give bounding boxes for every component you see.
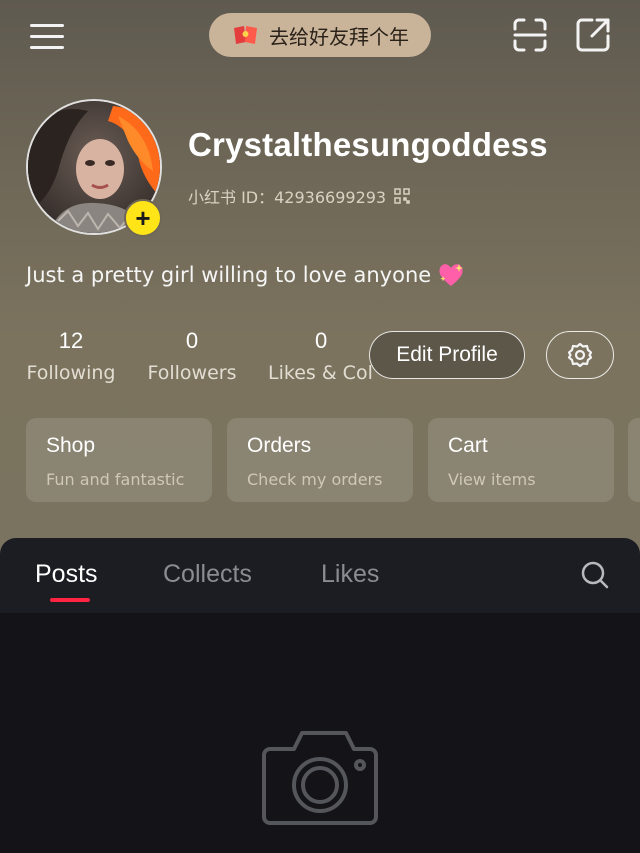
cart-card[interactable]: Cart View items [428, 418, 614, 502]
orders-card-subtitle: Check my orders [247, 470, 383, 489]
followers-count: 0 [185, 328, 199, 353]
username: Crystalthesungoddess [188, 126, 548, 163]
plus-icon: + [135, 203, 151, 233]
sparkling-heart-icon [439, 264, 464, 286]
more-card[interactable] [628, 418, 640, 502]
cart-card-title: Cart [448, 434, 488, 457]
posts-empty-area [0, 613, 640, 853]
bio: Just a pretty girl willing to love anyon… [26, 262, 465, 288]
user-id-row[interactable]: 小红书 ID：42936699293 [188, 184, 410, 208]
camera-icon [262, 731, 378, 825]
following-label: Following [26, 362, 116, 384]
bio-text: Just a pretty girl willing to love anyon… [26, 263, 432, 287]
menu-icon[interactable] [30, 24, 64, 49]
search-icon[interactable] [580, 560, 610, 590]
top-bar: 去给好友拜个年 [0, 0, 640, 72]
user-id: 小红书 ID：42936699293 [188, 188, 387, 207]
orders-card[interactable]: Orders Check my orders [227, 418, 413, 502]
shop-card-title: Shop [46, 434, 96, 457]
edit-profile-button[interactable]: Edit Profile [369, 331, 525, 379]
stat-following[interactable]: 12 Following [26, 328, 116, 384]
add-avatar-button[interactable]: + [124, 199, 162, 237]
likes-label: Likes & Col [268, 362, 373, 384]
settings-button[interactable] [546, 331, 614, 379]
orders-card-title: Orders [247, 434, 312, 457]
red-envelope-icon [234, 26, 257, 44]
tab-likes[interactable]: Likes [321, 560, 379, 589]
shop-card-subtitle: Fun and fantastic [46, 470, 185, 489]
share-icon[interactable] [575, 17, 611, 53]
gear-icon [567, 342, 593, 368]
content-tabs: Posts Collects Likes [0, 538, 640, 613]
scan-icon[interactable] [512, 17, 548, 53]
followers-label: Followers [147, 362, 237, 384]
tab-collects[interactable]: Collects [163, 560, 252, 589]
following-count: 12 [58, 328, 84, 353]
promo-button[interactable]: 去给好友拜个年 [209, 13, 431, 57]
tab-posts[interactable]: Posts [35, 560, 98, 589]
promo-label: 去给好友拜个年 [269, 24, 409, 49]
qr-code-icon[interactable] [394, 188, 410, 204]
active-tab-indicator [50, 598, 90, 602]
stat-followers[interactable]: 0 Followers [146, 328, 238, 384]
stat-likes-collects[interactable]: 0 Likes & Col [268, 328, 378, 384]
cart-card-subtitle: View items [448, 470, 536, 489]
shop-card[interactable]: Shop Fun and fantastic [26, 418, 212, 502]
